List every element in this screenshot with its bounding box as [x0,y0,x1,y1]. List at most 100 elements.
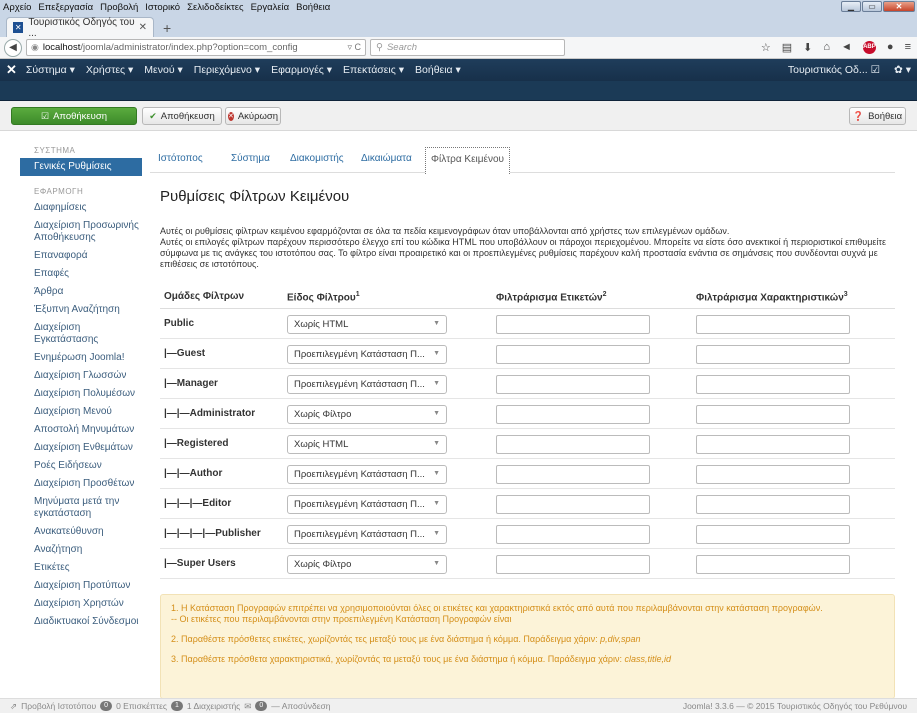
sidebar-item[interactable]: Επαφές [20,268,142,280]
filter-type-select[interactable]: Προεπιλεγμένη Κατάσταση Π... ▼ [287,495,447,514]
tab-site[interactable]: Ιστότοπος [158,153,203,164]
nav-content[interactable]: Περιεχόμενο ▾ [194,64,260,76]
cancel-button[interactable]: ✕ Ακύρωση [225,107,281,125]
filter-tags-input[interactable] [496,525,650,544]
logout-link[interactable]: — Αποσύνδεση [271,701,330,711]
sidebar-item[interactable]: Διαχείριση Εγκατάστασης [20,322,142,346]
filter-type-select[interactable]: Προεπιλεγμένη Κατάσταση Π... ▼ [287,375,447,394]
nav-extensions[interactable]: Επεκτάσεις ▾ [343,64,404,76]
filter-type-select[interactable]: Προεπιλεγμένη Κατάσταση Π... ▼ [287,345,447,364]
sidebar-item[interactable]: Διαχείριση Προτύπων [20,580,142,592]
sidebar-item[interactable]: Ροές Ειδήσεων [20,460,142,472]
menu-help[interactable]: Βοήθεια [296,2,330,13]
adblock-icon[interactable]: ABP [862,41,876,54]
save-button[interactable]: ☑ Αποθήκευση [11,107,137,125]
sidebar-item[interactable]: Διαχείριση Γλωσσών [20,370,142,382]
sidebar-item[interactable]: Ανακατεύθυνση [20,526,142,538]
maximize-button[interactable]: ▭ [862,1,882,12]
tab-system[interactable]: Σύστημα [231,153,270,164]
sidebar-item[interactable]: Διαδικτυακοί Σύνδεσμοι [20,616,142,628]
star-icon[interactable]: ☆ [761,41,771,54]
filter-attributes-input[interactable] [696,405,850,424]
group-name: Public [164,318,195,329]
nav-menus[interactable]: Μενού ▾ [144,64,182,76]
filter-type-select[interactable]: Χωρίς HTML ▼ [287,315,447,334]
back-icon[interactable]: ◀ [4,38,22,57]
save-close-button[interactable]: ✔ Αποθήκευση [142,107,222,125]
filter-attributes-input[interactable] [696,555,850,574]
filter-attributes-input[interactable] [696,465,850,484]
filter-attributes-input[interactable] [696,315,850,334]
cancel-label: Ακύρωση [237,110,279,122]
nav-help[interactable]: Βοήθεια ▾ [415,64,461,76]
tab-text-filters[interactable]: Φίλτρα Κειμένου [425,147,510,174]
nav-components[interactable]: Εφαρμογές ▾ [271,64,332,76]
sidebar-item[interactable]: Μηνύματα μετά την εγκατάσταση [20,496,142,520]
chat-icon[interactable]: ● [887,41,894,54]
filter-attributes-input[interactable] [696,435,850,454]
tab-permissions[interactable]: Δικαιώματα [361,153,412,164]
reload-icon[interactable]: ▿ C [347,42,361,53]
sidebar-item[interactable]: Επαναφορά [20,250,142,262]
sidebar-item[interactable]: Διαφημίσεις [20,202,142,214]
nav-system[interactable]: Σύστημα ▾ [26,64,75,76]
send-icon[interactable]: ◄ [841,41,852,54]
filter-tags-input[interactable] [496,495,650,514]
sidebar-item[interactable]: Διαχείριση Ενθεμάτων [20,442,142,454]
filter-type-select[interactable]: Προεπιλεγμένη Κατάσταση Π... ▼ [287,465,447,484]
filter-attributes-input[interactable] [696,375,850,394]
filter-type-select[interactable]: Χωρίς Φίλτρο ▼ [287,555,447,574]
menu-view[interactable]: Προβολή [100,2,138,13]
menu-tools[interactable]: Εργαλεία [251,2,290,13]
menu-icon[interactable]: ≡ [905,41,911,54]
download-icon[interactable]: ⬇ [803,41,812,54]
filter-tags-input[interactable] [496,555,650,574]
search-input[interactable]: ⚲ Search [370,39,565,56]
filter-tags-input[interactable] [496,435,650,454]
filter-tags-input[interactable] [496,375,650,394]
sidebar-item-global-config[interactable]: Γενικές Ρυθμίσεις [20,158,142,176]
sidebar-item[interactable]: Διαχείριση Προσωρινής Αποθήκευσης [20,220,142,244]
site-name-link[interactable]: Τουριστικός Οδ... ☑ [788,64,880,76]
tab-server[interactable]: Διακομιστής [290,153,344,164]
note-2: 2. Παραθέστε πρόσθετες ετικέτες, χωρίζον… [171,634,641,644]
sidebar-item[interactable]: Διαχείριση Πολυμέσων [20,388,142,400]
reading-list-icon[interactable]: ▤ [782,41,792,54]
sidebar-item[interactable]: Έξυπνη Αναζήτηση [20,304,142,316]
filter-attributes-input[interactable] [696,525,850,544]
mail-icon: ✉ [244,700,252,711]
menu-edit[interactable]: Επεξεργασία [38,2,93,13]
menu-bookmarks[interactable]: Σελιδοδείκτες [187,2,244,13]
view-site-link[interactable]: Προβολή Ιστοτόπου [21,701,96,711]
nav-users[interactable]: Χρήστες ▾ [86,64,133,76]
new-tab-icon[interactable]: + [163,20,171,36]
user-settings-icon[interactable]: ✿ ▾ [894,64,911,76]
close-window-button[interactable]: ✕ [883,1,915,12]
filter-tags-input[interactable] [496,465,650,484]
menu-history[interactable]: Ιστορικό [145,2,180,13]
browser-tab[interactable]: ✕ Τουριστικός Οδηγός του ... ✕ [6,17,154,39]
filter-type-select[interactable]: Προεπιλεγμένη Κατάσταση Π... ▼ [287,525,447,544]
filter-type-select[interactable]: Χωρίς HTML ▼ [287,435,447,454]
minimize-button[interactable]: ▁ [841,1,861,12]
filter-attributes-input[interactable] [696,495,850,514]
help-button[interactable]: ❓ Βοήθεια [849,107,906,125]
sidebar-item[interactable]: Διαχείριση Μενού [20,406,142,418]
sidebar-item[interactable]: Αναζήτηση [20,544,142,556]
close-tab-icon[interactable]: ✕ [139,22,147,33]
url-bar[interactable]: ◉ localhost /joomla/administrator/index.… [26,39,366,56]
filter-attributes-input[interactable] [696,345,850,364]
sidebar-item[interactable]: Ενημέρωση Joomla! [20,352,142,364]
sidebar-item[interactable]: Διαχείριση Προσθέτων [20,478,142,490]
sidebar-item[interactable]: Ετικέτες [20,562,142,574]
filter-tags-input[interactable] [496,405,650,424]
filter-type-select[interactable]: Χωρίς Φίλτρο ▼ [287,405,447,424]
joomla-logo-icon[interactable]: ✕ [6,62,17,78]
sidebar-item[interactable]: Άρθρα [20,286,142,298]
home-icon[interactable]: ⌂ [823,41,830,54]
sidebar-item[interactable]: Αποστολή Μηνυμάτων [20,424,142,436]
sidebar-item[interactable]: Διαχείριση Χρηστών [20,598,142,610]
menu-file[interactable]: Αρχείο [3,2,31,13]
filter-tags-input[interactable] [496,345,650,364]
filter-tags-input[interactable] [496,315,650,334]
